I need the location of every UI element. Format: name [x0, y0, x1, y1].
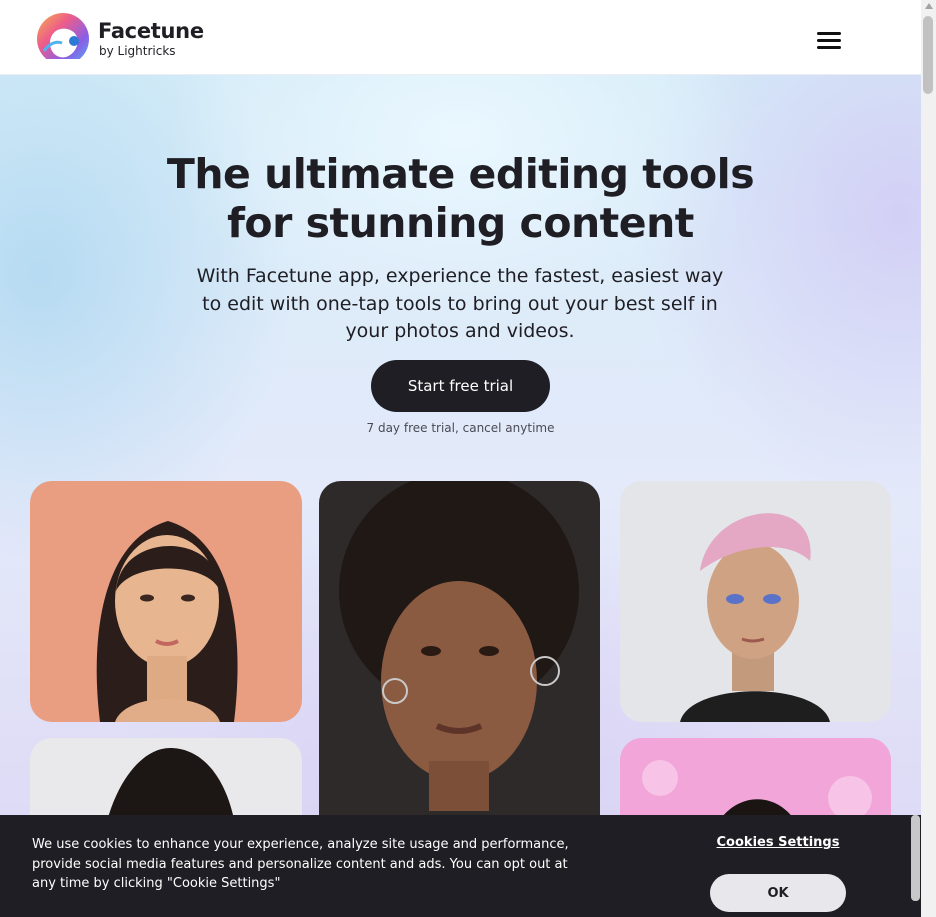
hero-title-line-2: for stunning content [227, 199, 694, 247]
banner-scrollbar-thumb[interactable] [911, 815, 920, 901]
hero-title-line-1: The ultimate editing tools [166, 150, 755, 198]
hero-section: The ultimate editing tools for stunning … [0, 75, 921, 917]
site-header: Facetune by Lightricks [0, 0, 921, 75]
cookie-ok-button[interactable]: OK [710, 874, 846, 912]
portrait-photo-1 [30, 481, 302, 722]
cookies-settings-link[interactable]: Cookies Settings [700, 835, 856, 850]
banner-scrollbar[interactable] [910, 815, 921, 917]
brand-name: Facetune [98, 19, 204, 43]
page-scrollbar[interactable] [921, 0, 936, 917]
hero-title: The ultimate editing tools for stunning … [0, 150, 921, 248]
hero-subtitle: With Facetune app, experience the fastes… [196, 265, 724, 342]
brand-subtitle: by Lightricks [99, 44, 176, 58]
cookie-banner: We use cookies to enhance your experienc… [0, 815, 921, 917]
scrollbar-thumb[interactable] [923, 16, 933, 94]
start-free-trial-button[interactable]: Start free trial [371, 360, 550, 412]
scroll-up-arrow-icon[interactable] [924, 3, 933, 9]
trial-note: 7 day free trial, cancel anytime [366, 421, 555, 435]
cookie-message: We use cookies to enhance your experienc… [32, 837, 569, 891]
portrait-photo-3 [620, 481, 891, 722]
facetune-logo-icon[interactable] [36, 13, 90, 65]
hamburger-menu-icon[interactable] [815, 29, 843, 51]
